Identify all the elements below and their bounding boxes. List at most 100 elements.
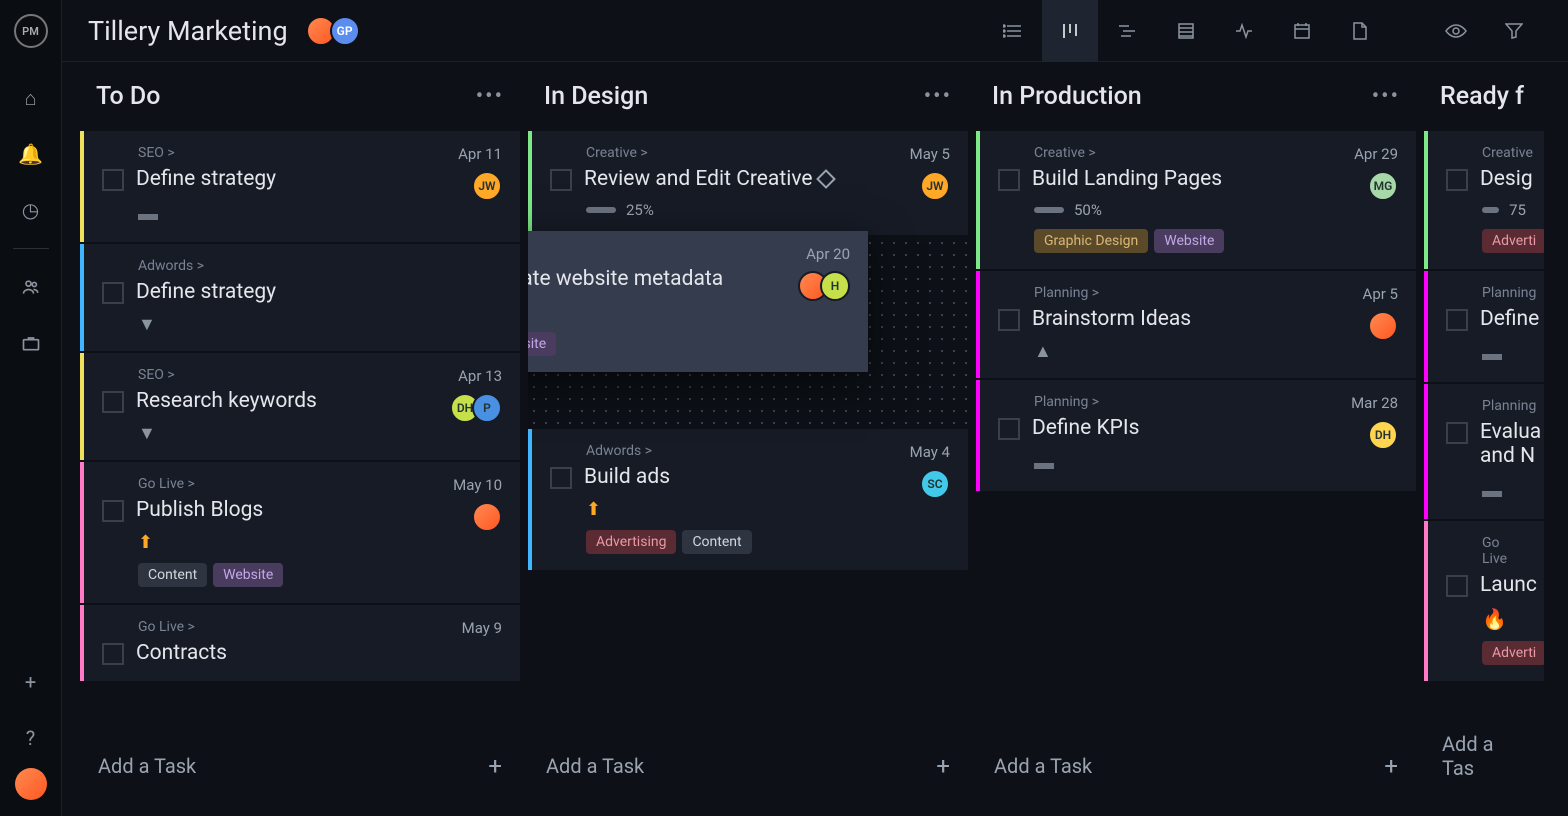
task-card[interactable]: Creative >Review and Edit Creative25%May… bbox=[528, 131, 968, 235]
assignee-avatar[interactable] bbox=[1368, 311, 1398, 341]
home-icon[interactable]: ⌂ bbox=[11, 78, 51, 118]
task-card[interactable]: Creative >Build Landing Pages50%Graphic … bbox=[976, 131, 1416, 269]
assignee-avatar[interactable] bbox=[472, 502, 502, 532]
task-card[interactable]: Adwords >Define strategy▼ bbox=[80, 244, 520, 351]
task-card[interactable]: CreativeDesig75Adverti bbox=[1424, 131, 1544, 269]
checkbox[interactable] bbox=[550, 169, 572, 191]
due-date: Apr 11 bbox=[458, 145, 502, 163]
table-view-icon[interactable] bbox=[1158, 0, 1214, 62]
projects-icon[interactable] bbox=[11, 323, 51, 363]
breadcrumb[interactable]: Adwords > bbox=[586, 443, 950, 459]
notifications-icon[interactable]: 🔔 bbox=[11, 134, 51, 174]
checkbox[interactable] bbox=[1446, 309, 1468, 331]
task-card[interactable]: Planning >Brainstorm Ideas▲Apr 5 bbox=[976, 271, 1416, 378]
task-card[interactable]: PlanningEvalua and N▬ bbox=[1424, 384, 1544, 519]
breadcrumb[interactable]: Planning > bbox=[1034, 285, 1398, 301]
add-task-button[interactable]: Add a Tas bbox=[1424, 714, 1544, 798]
due-date: Mar 28 bbox=[1351, 394, 1398, 412]
header-avatar[interactable]: GP bbox=[330, 16, 360, 46]
task-card[interactable]: SEO >Research keywords▼Apr 13DHP bbox=[80, 353, 520, 460]
milestone-icon bbox=[816, 170, 836, 190]
files-view-icon[interactable] bbox=[1332, 0, 1388, 62]
assignee-avatar[interactable]: SC bbox=[920, 469, 950, 499]
tag[interactable]: Website bbox=[1154, 229, 1224, 253]
add-icon[interactable]: + bbox=[11, 662, 51, 702]
checkbox[interactable] bbox=[998, 309, 1020, 331]
app-logo[interactable]: PM bbox=[14, 14, 48, 48]
tag[interactable]: Website bbox=[213, 563, 283, 587]
list-view-icon[interactable] bbox=[984, 0, 1040, 62]
priority-icon: ⬆ bbox=[586, 499, 601, 520]
recent-icon[interactable]: ◷ bbox=[11, 190, 51, 230]
task-card[interactable]: Go Live >ContractsMay 9 bbox=[80, 605, 520, 681]
tag[interactable]: Content bbox=[138, 563, 207, 587]
activity-view-icon[interactable] bbox=[1216, 0, 1272, 62]
column-menu-icon[interactable]: ••• bbox=[476, 84, 504, 109]
task-card[interactable]: Go LiveLaunc🔥Adverti bbox=[1424, 521, 1544, 681]
help-icon[interactable]: ? bbox=[11, 718, 51, 758]
project-title: Tillery Marketing bbox=[88, 15, 288, 47]
sidebar-divider bbox=[13, 248, 49, 249]
breadcrumb[interactable]: SEO > bbox=[138, 145, 502, 161]
task-card[interactable]: PlanningDefine▬ bbox=[1424, 271, 1544, 382]
task-title: Define strategy bbox=[136, 280, 276, 304]
breadcrumb[interactable]: Planning bbox=[1482, 398, 1526, 414]
assignee-avatar[interactable]: P bbox=[472, 393, 502, 423]
checkbox[interactable] bbox=[102, 643, 124, 665]
checkbox[interactable] bbox=[102, 169, 124, 191]
tag[interactable]: Graphic Design bbox=[1034, 229, 1148, 253]
visibility-icon[interactable] bbox=[1428, 0, 1484, 62]
column-menu-icon[interactable]: ••• bbox=[1372, 84, 1400, 109]
column-menu-icon[interactable]: ••• bbox=[924, 84, 952, 109]
breadcrumb[interactable]: Adwords > bbox=[138, 258, 502, 274]
checkbox[interactable] bbox=[998, 169, 1020, 191]
add-task-button[interactable]: Add a Task+ bbox=[528, 734, 968, 798]
add-task-button[interactable]: Add a Task+ bbox=[976, 734, 1416, 798]
checkbox[interactable] bbox=[1446, 575, 1468, 597]
task-card[interactable]: Planning >Define KPIs▬Mar 28DH bbox=[976, 380, 1416, 491]
breadcrumb[interactable]: Creative bbox=[1482, 145, 1526, 161]
user-avatar[interactable] bbox=[15, 768, 47, 800]
breadcrumb[interactable]: Go Live bbox=[1482, 535, 1526, 567]
filter-icon[interactable] bbox=[1486, 0, 1542, 62]
task-card[interactable]: SEO >Update website metadata⬇WebsiteApr … bbox=[528, 231, 868, 372]
add-task-button[interactable]: Add a Task+ bbox=[80, 734, 520, 798]
task-title: Research keywords bbox=[136, 389, 317, 413]
tag[interactable]: Content bbox=[682, 530, 751, 554]
header-avatars[interactable]: GP bbox=[306, 16, 360, 46]
gantt-view-icon[interactable] bbox=[1100, 0, 1156, 62]
breadcrumb[interactable]: SEO > bbox=[138, 367, 502, 383]
checkbox[interactable] bbox=[998, 418, 1020, 440]
tag[interactable]: Website bbox=[528, 332, 556, 356]
tag[interactable]: Advertising bbox=[586, 530, 676, 554]
calendar-view-icon[interactable] bbox=[1274, 0, 1330, 62]
assignee-avatar[interactable]: JW bbox=[920, 171, 950, 201]
checkbox[interactable] bbox=[102, 391, 124, 413]
checkbox[interactable] bbox=[1446, 169, 1468, 191]
breadcrumb[interactable]: Planning > bbox=[1034, 394, 1398, 410]
assignee-avatar[interactable]: JW bbox=[472, 171, 502, 201]
checkbox[interactable] bbox=[1446, 422, 1468, 444]
checkbox[interactable] bbox=[102, 282, 124, 304]
checkbox[interactable] bbox=[102, 500, 124, 522]
assignee-avatar[interactable]: MG bbox=[1368, 171, 1398, 201]
breadcrumb[interactable]: Go Live > bbox=[138, 619, 502, 635]
board-view-icon[interactable] bbox=[1042, 0, 1098, 62]
assignee-avatar[interactable]: H bbox=[820, 271, 850, 301]
tag[interactable]: Adverti bbox=[1482, 229, 1544, 253]
task-title: Contracts bbox=[136, 641, 227, 665]
breadcrumb[interactable]: Go Live > bbox=[138, 476, 502, 492]
task-card[interactable]: SEO >Define strategy▬Apr 11JW bbox=[80, 131, 520, 242]
tag[interactable]: Adverti bbox=[1482, 641, 1544, 665]
task-card[interactable]: Go Live >Publish Blogs⬆ContentWebsiteMay… bbox=[80, 462, 520, 603]
breadcrumb[interactable]: Creative > bbox=[586, 145, 950, 161]
breadcrumb[interactable]: Planning bbox=[1482, 285, 1526, 301]
assignee-avatar[interactable]: DH bbox=[1368, 420, 1398, 450]
due-date: Apr 29 bbox=[1354, 145, 1398, 163]
breadcrumb[interactable]: Creative > bbox=[1034, 145, 1398, 161]
plus-icon: + bbox=[1384, 752, 1398, 780]
checkbox[interactable] bbox=[550, 467, 572, 489]
team-icon[interactable] bbox=[11, 267, 51, 307]
priority-icon: ▬ bbox=[1482, 478, 1500, 503]
task-card[interactable]: Adwords >Build ads⬆AdvertisingContentMay… bbox=[528, 429, 968, 570]
